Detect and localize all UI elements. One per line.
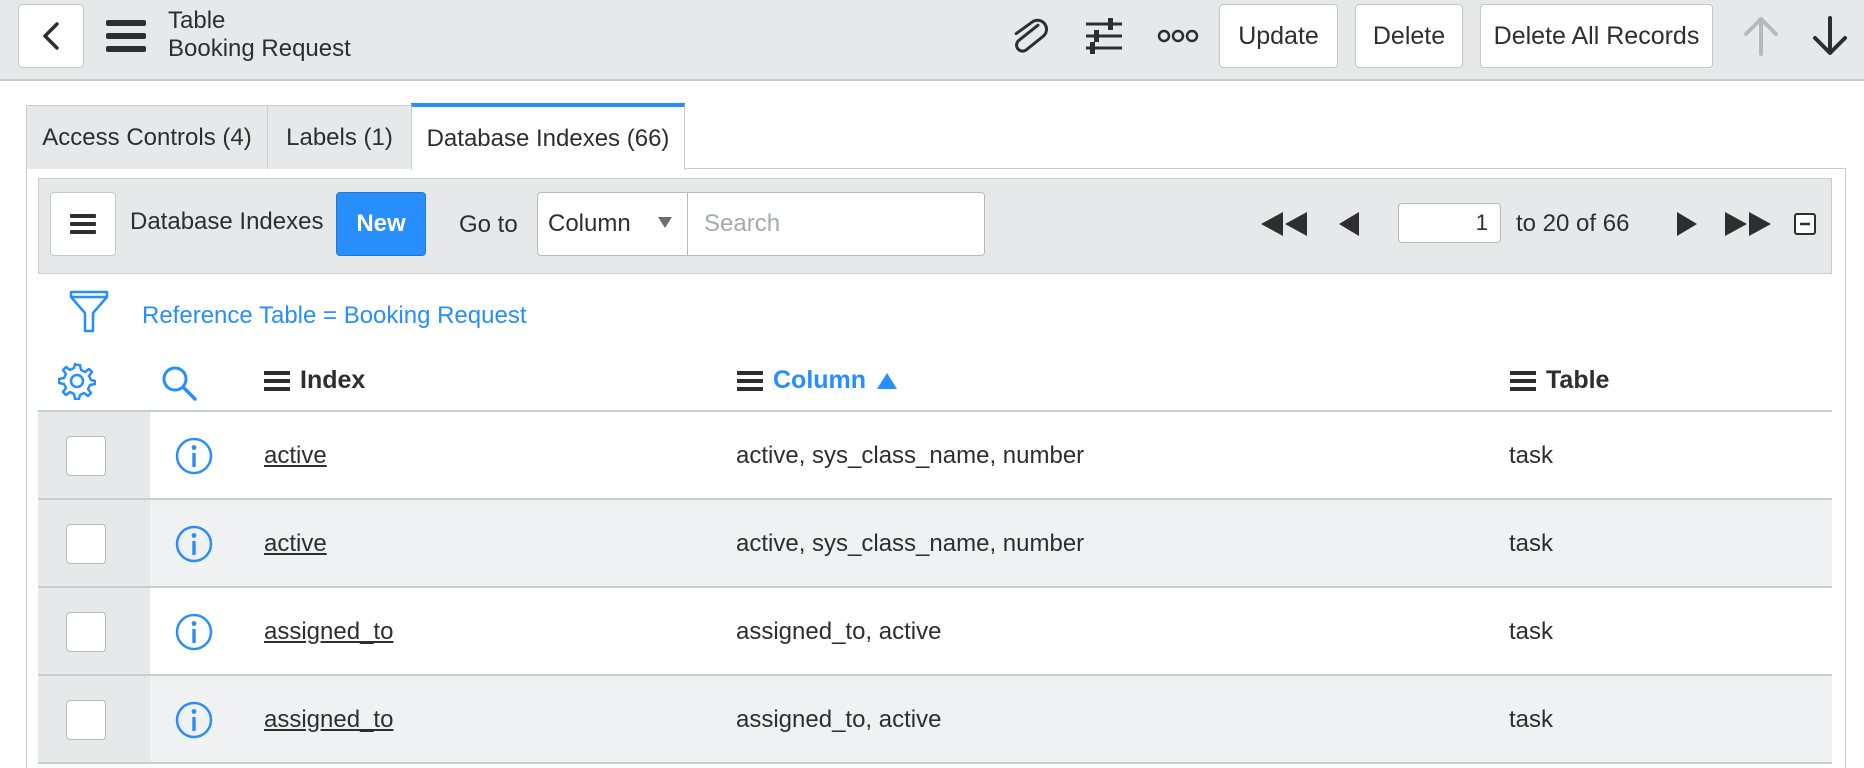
filter-icon[interactable] [68, 289, 110, 333]
info-icon[interactable] [174, 436, 214, 476]
hamburger-icon [70, 214, 96, 234]
search-icon[interactable] [160, 364, 198, 402]
attachment-button[interactable] [1008, 14, 1052, 58]
column-menu-icon[interactable] [264, 370, 290, 391]
column-cell: active, sys_class_name, number [736, 530, 1085, 557]
row-checkbox[interactable] [66, 436, 106, 476]
index-link[interactable]: active [264, 530, 327, 558]
previous-record-button[interactable] [1739, 14, 1783, 58]
table-cell: task [1509, 618, 1554, 645]
page-number-input[interactable] [1398, 203, 1501, 243]
row-checkbox[interactable] [66, 612, 106, 652]
table-cell: task [1509, 530, 1554, 557]
table-row: assigned_to assigned_to, active task [38, 588, 1832, 676]
previous-page-button[interactable] [1334, 206, 1364, 242]
column-cell: active, sys_class_name, number [736, 442, 1085, 469]
record-title: Booking Request [168, 35, 351, 62]
gear-icon[interactable] [58, 362, 96, 400]
info-icon[interactable] [174, 700, 214, 740]
arrow-up-icon [1744, 17, 1778, 56]
personalize-form-button[interactable] [1082, 14, 1126, 58]
column-menu-icon[interactable] [1510, 370, 1536, 391]
info-icon[interactable] [174, 612, 214, 652]
column-cell: assigned_to, active [736, 706, 942, 733]
page-title: Table [168, 7, 226, 34]
index-link[interactable]: assigned_to [264, 618, 393, 646]
pagination-summary: to 20 of 66 [1516, 210, 1630, 237]
more-options-button[interactable] [1156, 14, 1200, 58]
arrow-down-icon [1813, 16, 1847, 55]
previous-page-icon [1339, 212, 1359, 236]
column-cell: assigned_to, active [736, 618, 942, 645]
sliders-icon [1086, 18, 1122, 54]
hamburger-icon[interactable] [104, 16, 148, 56]
table-row: assigned_to assigned_to, active task [38, 676, 1832, 764]
sort-ascending-icon [877, 372, 898, 389]
goto-label: Go to [459, 211, 518, 238]
column-menu-icon[interactable] [737, 370, 763, 391]
table-row: active active, sys_class_name, number ta… [38, 500, 1832, 588]
tab-labels[interactable]: Labels (1) [267, 105, 412, 169]
caret-down-icon [658, 217, 672, 228]
list-context-menu-button[interactable] [50, 192, 116, 256]
column-header-label: Column [773, 366, 867, 394]
column-header-label: Table [1546, 366, 1610, 394]
list-title: Database Indexes [130, 208, 324, 235]
row-checkbox[interactable] [66, 700, 106, 740]
column-header-label: Index [300, 366, 366, 394]
last-page-icon [1725, 212, 1771, 236]
delete-button[interactable]: Delete [1355, 4, 1463, 68]
column-header-index[interactable]: Index [264, 366, 365, 395]
back-icon [43, 22, 59, 50]
form-header: Table Booking Request Update Delete Dele… [0, 0, 1864, 81]
row-checkbox[interactable] [66, 524, 106, 564]
more-icon [1157, 29, 1199, 43]
index-link[interactable]: assigned_to [264, 706, 393, 734]
next-page-button[interactable] [1672, 206, 1702, 242]
new-button[interactable]: New [336, 192, 426, 256]
next-page-icon [1677, 212, 1697, 236]
tab-database-indexes[interactable]: Database Indexes (66) [411, 103, 685, 170]
goto-select-value: Column [548, 210, 631, 237]
filter-breadcrumb[interactable]: Reference Table = Booking Request [142, 302, 526, 330]
column-header-table[interactable]: Table [1510, 366, 1609, 395]
delete-all-records-button[interactable]: Delete All Records [1480, 4, 1713, 68]
paperclip-icon [1014, 18, 1048, 53]
tab-access-controls[interactable]: Access Controls (4) [26, 105, 268, 169]
goto-column-select[interactable]: Column [537, 192, 688, 256]
update-button[interactable]: Update [1219, 4, 1338, 68]
search-input[interactable] [687, 192, 985, 256]
first-page-icon [1261, 212, 1307, 236]
collapse-list-button[interactable] [1792, 206, 1818, 242]
back-button[interactable] [18, 4, 84, 68]
index-link[interactable]: active [264, 442, 327, 470]
info-icon[interactable] [174, 524, 214, 564]
last-page-button[interactable] [1722, 206, 1774, 242]
collapse-icon [1794, 213, 1816, 235]
table-cell: task [1509, 442, 1554, 469]
column-header-column[interactable]: Column [737, 366, 898, 395]
table-cell: task [1509, 706, 1554, 733]
first-page-button[interactable] [1258, 206, 1310, 242]
table-row: active active, sys_class_name, number ta… [38, 412, 1832, 500]
next-record-button[interactable] [1808, 14, 1852, 58]
